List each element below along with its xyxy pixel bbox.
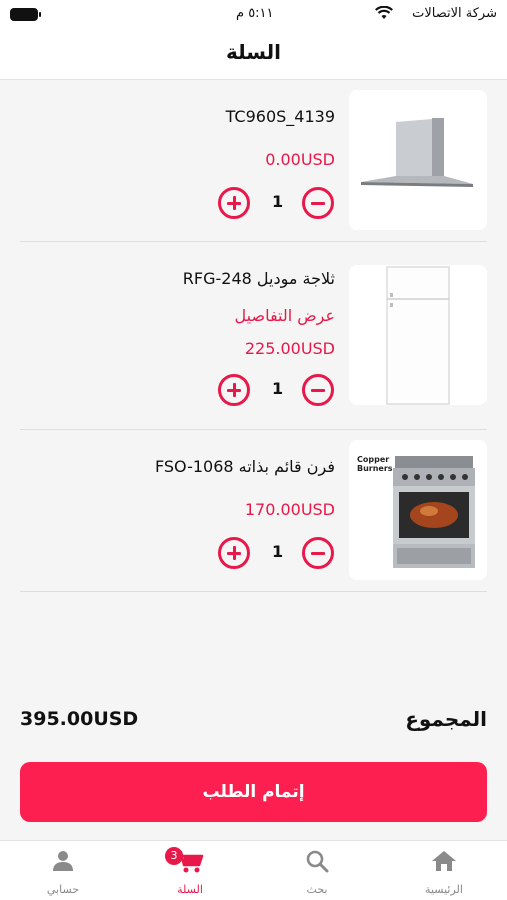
quantity-value: 1	[272, 192, 284, 211]
tab-home[interactable]: الرئيسية	[381, 841, 507, 900]
total-value: 395.00USD	[20, 708, 139, 730]
view-details-link[interactable]: عرض التفاصيل	[235, 306, 335, 325]
status-time: ٥:١١ م	[236, 6, 274, 21]
user-icon	[53, 851, 73, 871]
tab-account-label: حسابي	[46, 883, 80, 896]
quantity-value: 1	[272, 379, 284, 398]
cart-item: ثلاجة موديل RFG-248 عرض التفاصيل 225.00U…	[20, 242, 487, 430]
tab-search[interactable]: بحث	[254, 841, 380, 900]
tab-search-label: بحث	[306, 883, 328, 896]
item-name: 4139_TC960S	[225, 107, 335, 126]
item-price: 225.00USD	[244, 339, 335, 358]
increase-quantity-button[interactable]	[218, 187, 250, 219]
page-header: السلة	[0, 30, 507, 80]
status-bar: شركة الاتصالات ٥:١١ م	[0, 0, 507, 30]
image-caption-line-2: Burners	[357, 464, 393, 473]
decrease-quantity-button[interactable]	[302, 187, 334, 219]
quantity-stepper: 1	[218, 374, 348, 408]
quantity-stepper: 1	[218, 537, 348, 571]
bottom-tab-bar: الرئيسية بحث 3 السلة حسابي	[0, 840, 507, 900]
cart-count-badge: 3	[165, 847, 183, 865]
tab-home-label: الرئيسية	[425, 883, 463, 896]
cart-item: Copper Burners فرن قائم بذاته FSO-1068 1…	[20, 430, 487, 592]
quantity-stepper: 1	[218, 187, 348, 221]
image-caption-line-1: Copper	[357, 455, 389, 464]
tab-cart[interactable]: 3 السلة	[127, 841, 253, 900]
decrease-quantity-button[interactable]	[302, 537, 334, 569]
tab-account[interactable]: حسابي	[0, 841, 126, 900]
quantity-value: 1	[272, 542, 284, 561]
checkout-button[interactable]: إتمام الطلب	[20, 762, 487, 822]
item-price: 0.00USD	[265, 150, 335, 169]
item-name: ثلاجة موديل RFG-248	[182, 269, 335, 288]
total-label: المجموع	[405, 707, 487, 731]
oven-image: Copper Burners	[357, 455, 475, 568]
range-hood-image	[361, 118, 473, 187]
increase-quantity-button[interactable]	[218, 374, 250, 406]
product-image-fridge[interactable]	[349, 265, 487, 405]
page-title: السلة	[225, 40, 281, 64]
wifi-icon	[375, 6, 393, 19]
tab-cart-label: السلة	[177, 883, 203, 896]
item-price: 170.00USD	[244, 500, 335, 519]
refrigerator-image	[386, 266, 450, 405]
product-image-oven[interactable]: Copper Burners	[349, 440, 487, 580]
cart-item: 4139_TC960S 0.00USD 1	[20, 80, 487, 242]
battery-icon	[10, 8, 41, 21]
item-name: فرن قائم بذاته FSO-1068	[154, 457, 335, 476]
carrier-name: شركة الاتصالات	[412, 6, 497, 21]
increase-quantity-button[interactable]	[218, 537, 250, 569]
decrease-quantity-button[interactable]	[302, 374, 334, 406]
home-icon	[432, 851, 456, 871]
product-image-hood[interactable]	[349, 90, 487, 230]
search-icon	[306, 850, 329, 873]
